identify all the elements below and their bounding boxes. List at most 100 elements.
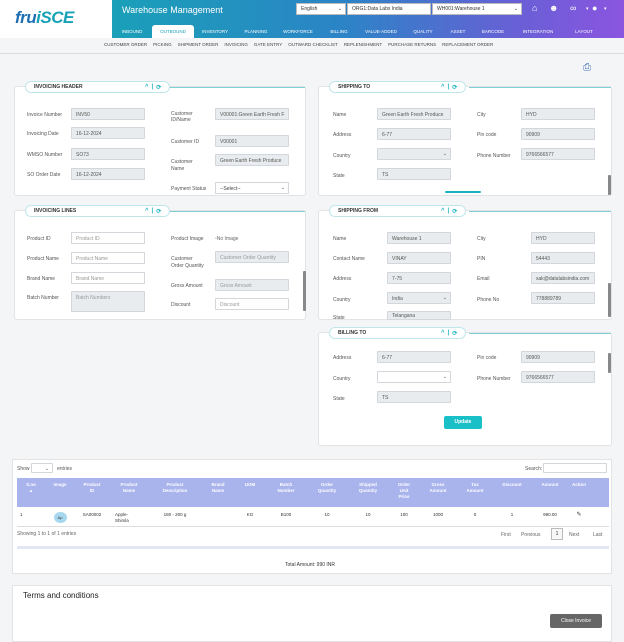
chevron-down-icon[interactable]: ▾ (604, 6, 607, 12)
scrollbar[interactable] (608, 175, 611, 195)
ship-city-field[interactable]: HYD (521, 108, 595, 120)
gross-amount-input[interactable]: Gross Amount (215, 279, 289, 291)
ship-state-field[interactable]: TS (377, 168, 451, 180)
col-order-unit-price[interactable]: Order Unit Price (389, 478, 419, 507)
col-batch-number[interactable]: Batch Number (265, 478, 307, 507)
col-action[interactable]: Action (569, 478, 589, 507)
contact-name-field[interactable]: VINAY (387, 252, 451, 264)
scrollbar[interactable] (608, 353, 611, 373)
org-select[interactable]: ORG1:Data Labs India (347, 3, 431, 15)
subnav-outward-checklist[interactable]: OUTWARD CHECKLIST (288, 42, 338, 47)
nav-layout[interactable]: LAYOUT (564, 25, 604, 38)
customer-idname-field[interactable]: V00001:Green Earth Fresh F (215, 108, 289, 120)
from-pin-field[interactable]: 54443 (531, 252, 595, 264)
user-icon[interactable]: ● (592, 3, 597, 13)
subnav-customer-order[interactable]: CUSTOMER ORDER (104, 42, 147, 47)
col-product-description[interactable]: Product Description (149, 478, 201, 507)
batch-number-input[interactable]: Batch Numbers (71, 291, 145, 312)
col-brand-name[interactable]: Brand Name (201, 478, 235, 507)
nav-value-added[interactable]: VALUE-ADDED (358, 25, 404, 38)
pagination-first[interactable]: First (501, 532, 511, 538)
invoice-number-field[interactable]: INV50 (71, 108, 145, 120)
subnav-replenishment[interactable]: REPLENISHMENT (344, 42, 382, 47)
refresh-icon[interactable]: ⟳ (452, 330, 457, 337)
wmso-number-field[interactable]: SO73 (71, 148, 145, 160)
collapse-icon[interactable]: ^ (441, 208, 445, 214)
bill-phone-field[interactable]: 9766566577 (521, 371, 595, 383)
col-sno[interactable]: S.no ▴ (17, 478, 45, 507)
nav-inventory[interactable]: INVENTORY (194, 25, 236, 38)
col-tax-amount[interactable]: Tax Amount (457, 478, 493, 507)
pagination-last[interactable]: Last (593, 532, 602, 538)
col-product-id[interactable]: Product ID (75, 478, 109, 507)
customer-name-field[interactable]: Green Earth Fresh Produce (215, 154, 289, 166)
profile-icon[interactable]: ☻ (549, 3, 558, 13)
col-product-name[interactable]: Product Name (109, 478, 149, 507)
payment-status-select[interactable]: --Select-- ⌄ (215, 182, 289, 194)
nav-barcode[interactable]: BARCODE (474, 25, 512, 38)
customer-id-field[interactable]: V00001 (215, 135, 289, 147)
home-icon[interactable]: ⌂ (532, 3, 537, 13)
language-select[interactable]: English ⌄ (296, 3, 346, 15)
refresh-icon[interactable]: ⟳ (156, 208, 161, 215)
col-amount[interactable]: Amount (531, 478, 569, 507)
pagination-next[interactable]: Next (569, 532, 579, 538)
update-button[interactable]: Update (444, 416, 482, 429)
cell-image[interactable]: Ap (45, 509, 75, 526)
col-order-quantity[interactable]: Order Quantity (307, 478, 347, 507)
col-uom[interactable]: UOM (235, 478, 265, 507)
nav-workforce[interactable]: WORKFORCE (276, 25, 320, 38)
ship-name-field[interactable]: Green Earth Fresh Produce (377, 108, 451, 120)
col-image[interactable]: Image (45, 478, 75, 507)
col-shipped-quantity[interactable]: Shipped Quantity (347, 478, 389, 507)
subnav-replacement-order[interactable]: REPLACEMENT ORDER (442, 42, 493, 47)
close-invoice-button[interactable]: Close Invoice (550, 614, 602, 628)
from-phone-field[interactable]: 778889789 (531, 292, 595, 304)
scrollbar[interactable] (608, 283, 611, 317)
subnav-purchase-returns[interactable]: PURCHASE RETURNS (388, 42, 436, 47)
scrollbar[interactable] (303, 271, 306, 311)
ship-address-field[interactable]: 6-77 (377, 128, 451, 140)
nav-outbound[interactable]: OUTBOUND (152, 25, 194, 38)
product-id-input[interactable]: Product ID (71, 232, 145, 244)
ship-phone-field[interactable]: 9766566577 (521, 148, 595, 160)
nav-integration[interactable]: INTEGRATION (512, 25, 564, 38)
from-city-field[interactable]: HYD (531, 232, 595, 244)
ship-pin-field[interactable]: 90909 (521, 128, 595, 140)
collapse-icon[interactable]: ^ (145, 208, 149, 214)
subnav-shipment-order[interactable]: SHIPMENT ORDER (178, 42, 219, 47)
subnav-gate-entry[interactable]: GATE ENTRY (254, 42, 282, 47)
printer-icon[interactable]: ⎙ (583, 62, 595, 73)
customer-order-qty-input[interactable]: Customer Order Quantity (215, 251, 289, 263)
product-thumbnail[interactable]: Ap (53, 512, 67, 523)
collapse-icon[interactable]: ^ (145, 84, 149, 90)
nav-planning[interactable]: PLANNING (236, 25, 276, 38)
warehouse-select[interactable]: WH001:Warehouse 1 ⌄ (432, 3, 522, 15)
bill-address-field[interactable]: 6-77 (377, 351, 451, 363)
col-discount[interactable]: Discount (493, 478, 531, 507)
from-address-field[interactable]: 7-75 (387, 272, 451, 284)
nav-billing[interactable]: BILLING (320, 25, 358, 38)
pagination-page[interactable]: 1 (551, 528, 563, 540)
bill-country-select[interactable]: ⌄ (377, 371, 451, 383)
page-length-select[interactable]: ⌄ (31, 463, 53, 473)
collapse-icon[interactable]: ^ (441, 330, 445, 336)
search-input[interactable] (543, 463, 607, 473)
nav-inbound[interactable]: INBOUND (112, 25, 152, 38)
nav-asset[interactable]: ASSET (442, 25, 474, 38)
bill-state-field[interactable]: TS (377, 391, 451, 403)
pagination-previous[interactable]: Previous (521, 532, 540, 538)
collapse-icon[interactable]: ^ (441, 84, 445, 90)
chevron-down-icon[interactable]: ▾ (586, 6, 589, 12)
link-icon[interactable]: ∞ (570, 3, 576, 13)
edit-icon[interactable]: ✎ (569, 509, 589, 526)
product-name-input[interactable]: Product Name (71, 252, 145, 264)
discount-input[interactable]: Discount (215, 298, 289, 310)
from-state-field[interactable]: Telangana (387, 311, 451, 320)
from-email-field[interactable]: sak@datalabsindia.com (531, 272, 595, 284)
from-country-select[interactable]: India ⌄ (387, 292, 451, 304)
so-date-field[interactable]: 16-12-2024 (71, 168, 145, 180)
ship-country-select[interactable]: ⌄ (377, 148, 451, 160)
horizontal-scrollbar[interactable] (17, 546, 609, 549)
from-name-field[interactable]: Warehouse 1 (387, 232, 451, 244)
